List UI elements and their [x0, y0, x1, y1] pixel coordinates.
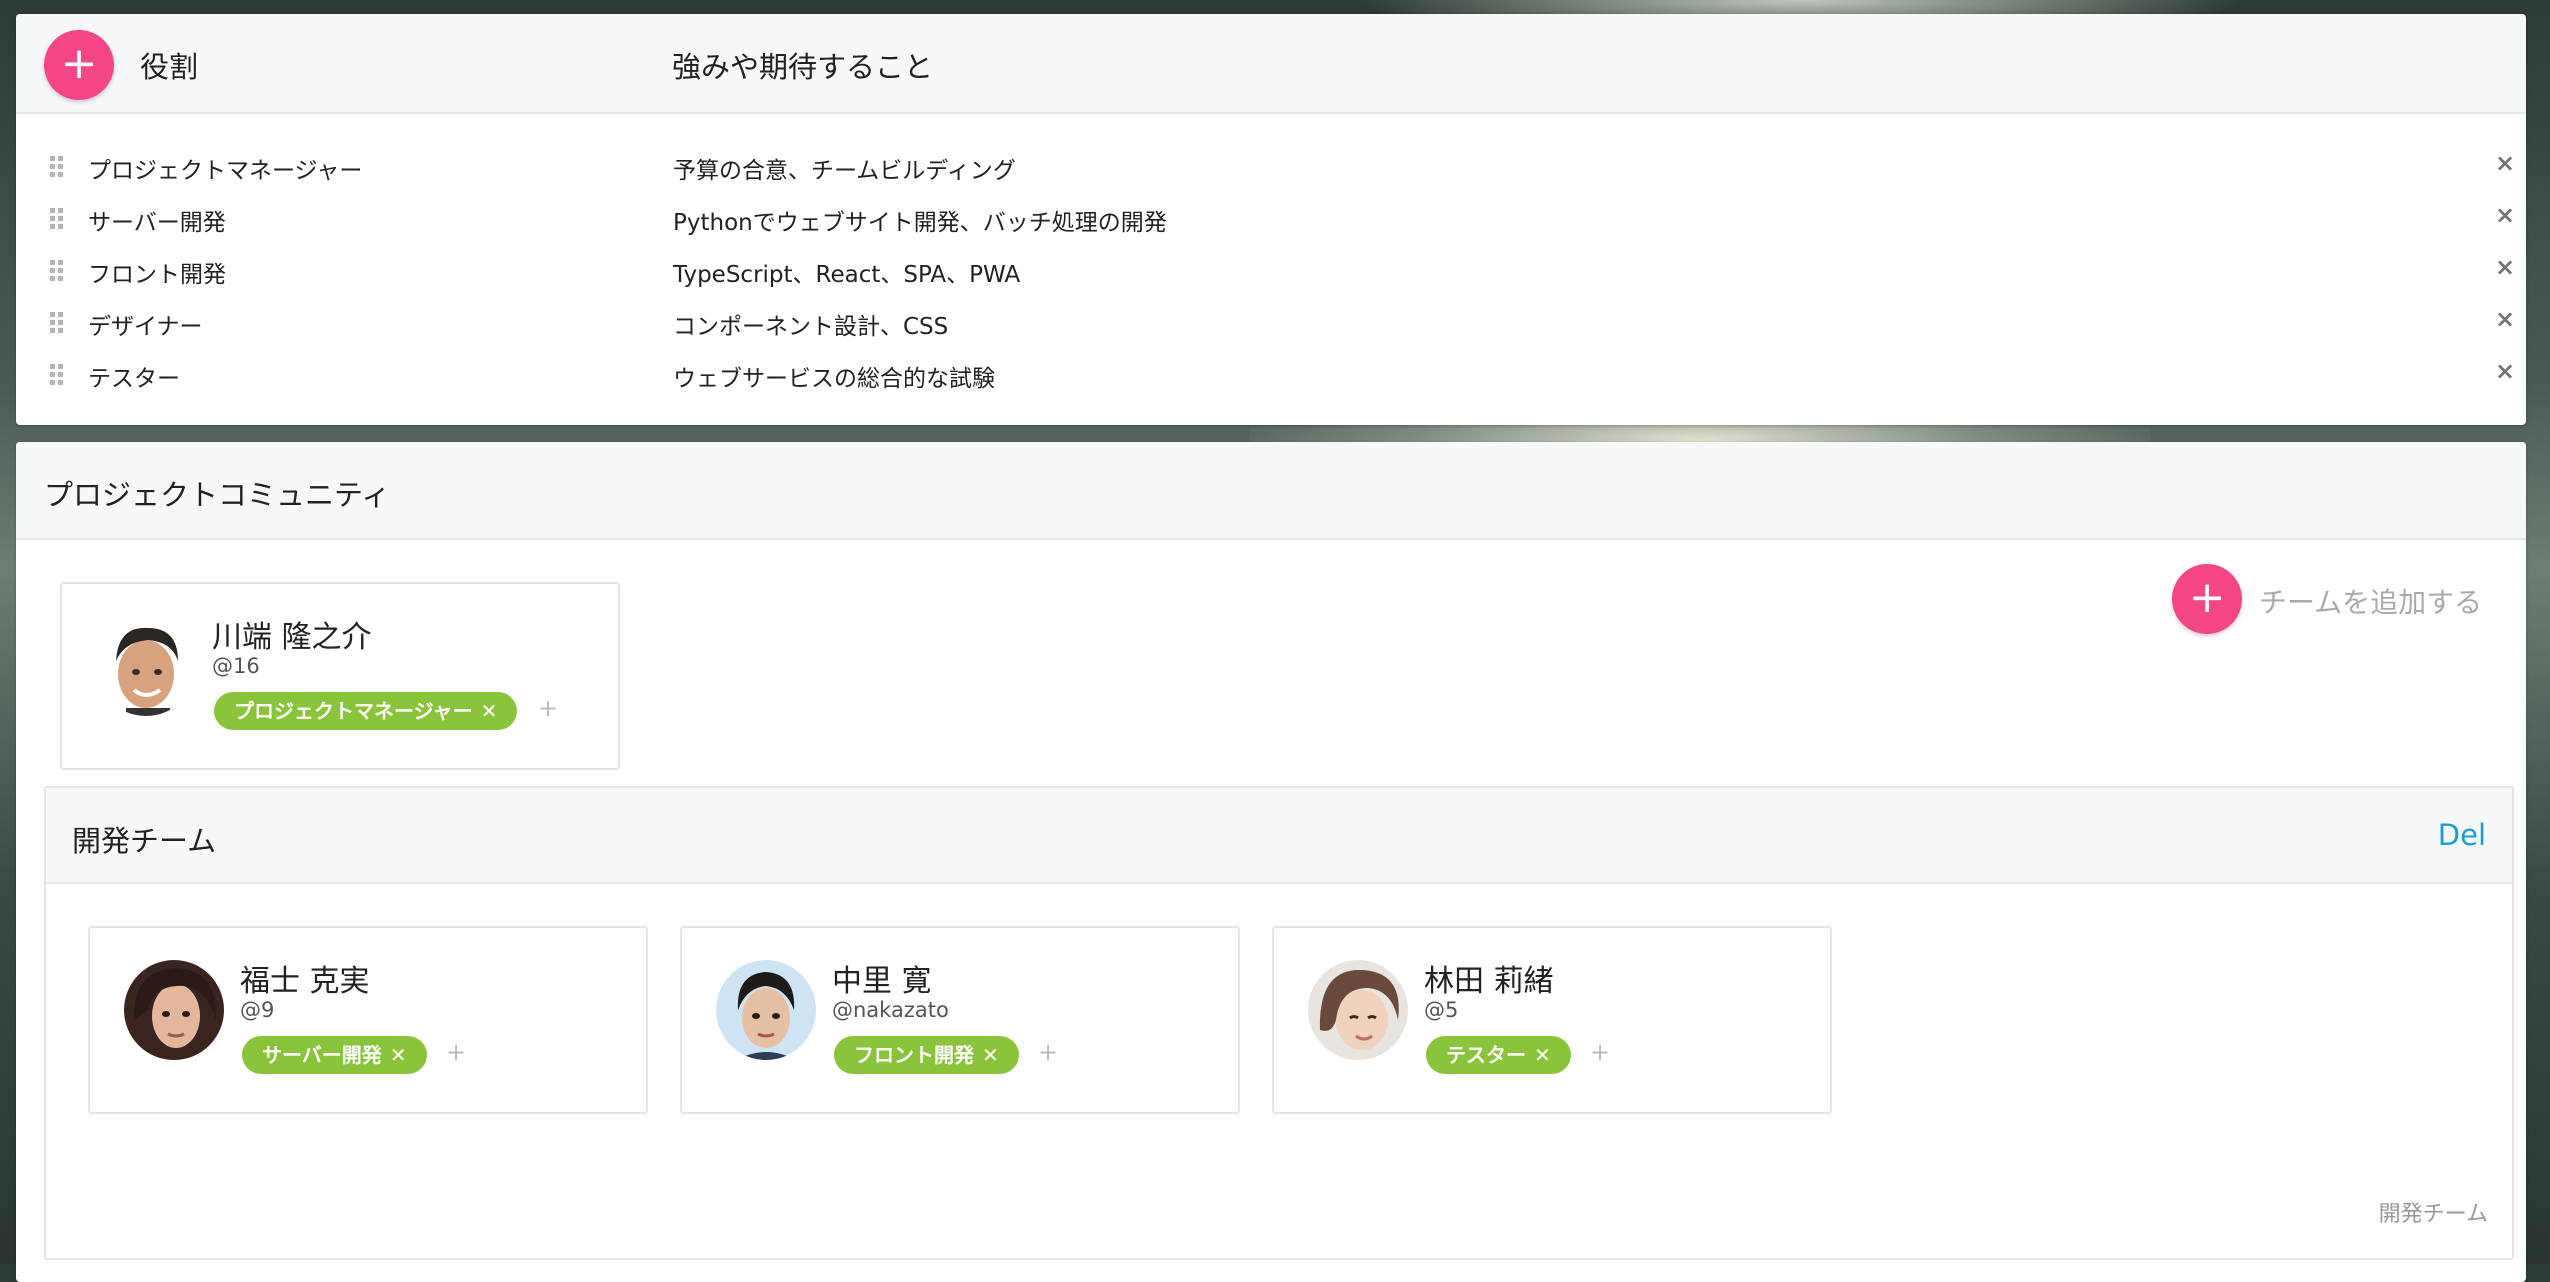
add-tag-icon[interactable]: +: [1590, 1038, 1610, 1066]
team-title[interactable]: 開発チーム: [72, 818, 216, 860]
role-description[interactable]: ウェブサービスの総合的な試験: [673, 359, 995, 393]
member-handle: @nakazato: [832, 998, 949, 1022]
role-tag-label: プロジェクトマネージャー: [234, 699, 473, 723]
plus-icon: +: [2188, 572, 2226, 623]
close-icon[interactable]: ×: [2490, 148, 2520, 178]
member-card[interactable]: 中里 寛 @nakazato フロント開発 ✕ +: [680, 926, 1240, 1114]
add-team-button[interactable]: +: [2172, 564, 2242, 634]
member-name: 福士 克実: [240, 964, 370, 999]
team-box: 開発チーム Del 福士 克実 @9 サーバー開発 ✕ + 中里 寛 @naka…: [44, 786, 2514, 1260]
add-team-label[interactable]: チームを追加する: [2259, 581, 2482, 621]
add-role-button[interactable]: +: [44, 30, 114, 100]
avatar: [1308, 960, 1408, 1060]
role-tag[interactable]: フロント開発 ✕: [834, 1036, 1019, 1074]
avatar: [96, 616, 196, 716]
role-row: テスター ウェブサービスの総合的な試験 ×: [16, 350, 2526, 402]
role-row: デザイナー コンポーネント設計、CSS ×: [16, 298, 2526, 350]
add-tag-icon[interactable]: +: [446, 1038, 466, 1066]
add-tag-icon[interactable]: +: [1038, 1038, 1058, 1066]
member-name: 川端 隆之介: [212, 620, 372, 655]
drag-handle-icon[interactable]: [50, 260, 64, 282]
close-icon[interactable]: ×: [2490, 200, 2520, 230]
member-handle: @9: [240, 998, 275, 1022]
team-footer-label: 開発チーム: [2378, 1202, 2488, 1227]
roles-column-title: 役割: [140, 50, 199, 84]
roles-column-description: 強みや期待すること: [672, 50, 934, 84]
avatar: [716, 960, 816, 1060]
community-title: プロジェクトコミュニティ: [44, 478, 391, 512]
community-header: プロジェクトコミュニティ: [16, 442, 2526, 540]
role-description[interactable]: Pythonでウェブサイト開発、バッチ処理の開発: [673, 203, 1167, 237]
member-handle: @16: [212, 654, 260, 678]
role-row: プロジェクトマネージャー 予算の合意、チームビルディング ×: [16, 142, 2526, 194]
plus-icon: +: [60, 38, 98, 89]
team-header: 開発チーム Del: [46, 788, 2512, 884]
role-description[interactable]: 予算の合意、チームビルディング: [673, 151, 1016, 185]
member-name: 林田 莉緒: [1424, 964, 1554, 999]
close-icon[interactable]: ✕: [982, 1043, 999, 1067]
role-name[interactable]: デザイナー: [88, 307, 203, 341]
close-icon[interactable]: ×: [2490, 304, 2520, 334]
role-name[interactable]: プロジェクトマネージャー: [88, 151, 362, 185]
close-icon[interactable]: ×: [2490, 252, 2520, 282]
community-panel: プロジェクトコミュニティ 川端 隆之介 @16 プロジェクトマネージャー ✕ + …: [16, 442, 2526, 1282]
role-name[interactable]: フロント開発: [88, 255, 226, 289]
close-icon[interactable]: ×: [2490, 356, 2520, 386]
member-card[interactable]: 福士 克実 @9 サーバー開発 ✕ +: [88, 926, 648, 1114]
role-description[interactable]: コンポーネント設計、CSS: [673, 307, 948, 341]
role-name[interactable]: サーバー開発: [88, 203, 226, 237]
role-tag[interactable]: プロジェクトマネージャー ✕: [214, 692, 518, 730]
role-tag-label: テスター: [1446, 1043, 1526, 1067]
drag-handle-icon[interactable]: [50, 312, 64, 334]
role-row: サーバー開発 Pythonでウェブサイト開発、バッチ処理の開発 ×: [16, 194, 2526, 246]
roles-header: + 役割 強みや期待すること: [16, 14, 2526, 114]
delete-team-button[interactable]: Del: [2438, 818, 2486, 852]
role-description[interactable]: TypeScript、React、SPA、PWA: [673, 255, 1020, 289]
role-name[interactable]: テスター: [88, 359, 180, 393]
member-card[interactable]: 川端 隆之介 @16 プロジェクトマネージャー ✕ +: [60, 582, 620, 770]
role-row: フロント開発 TypeScript、React、SPA、PWA ×: [16, 246, 2526, 298]
role-tag-label: サーバー開発: [262, 1043, 382, 1067]
role-tag-label: フロント開発: [854, 1043, 974, 1067]
roles-panel: + 役割 強みや期待すること プロジェクトマネージャー 予算の合意、チームビルデ…: [16, 14, 2526, 425]
member-handle: @5: [1424, 998, 1459, 1022]
add-tag-icon[interactable]: +: [538, 694, 558, 722]
drag-handle-icon[interactable]: [50, 364, 64, 386]
drag-handle-icon[interactable]: [50, 156, 64, 178]
close-icon[interactable]: ✕: [1534, 1043, 1551, 1067]
role-tag[interactable]: テスター ✕: [1426, 1036, 1571, 1074]
member-name: 中里 寛: [832, 964, 932, 999]
member-card[interactable]: 林田 莉緒 @5 テスター ✕ +: [1272, 926, 1832, 1114]
close-icon[interactable]: ✕: [390, 1043, 407, 1067]
role-tag[interactable]: サーバー開発 ✕: [242, 1036, 427, 1074]
close-icon[interactable]: ✕: [481, 699, 498, 723]
drag-handle-icon[interactable]: [50, 208, 64, 230]
avatar: [124, 960, 224, 1060]
